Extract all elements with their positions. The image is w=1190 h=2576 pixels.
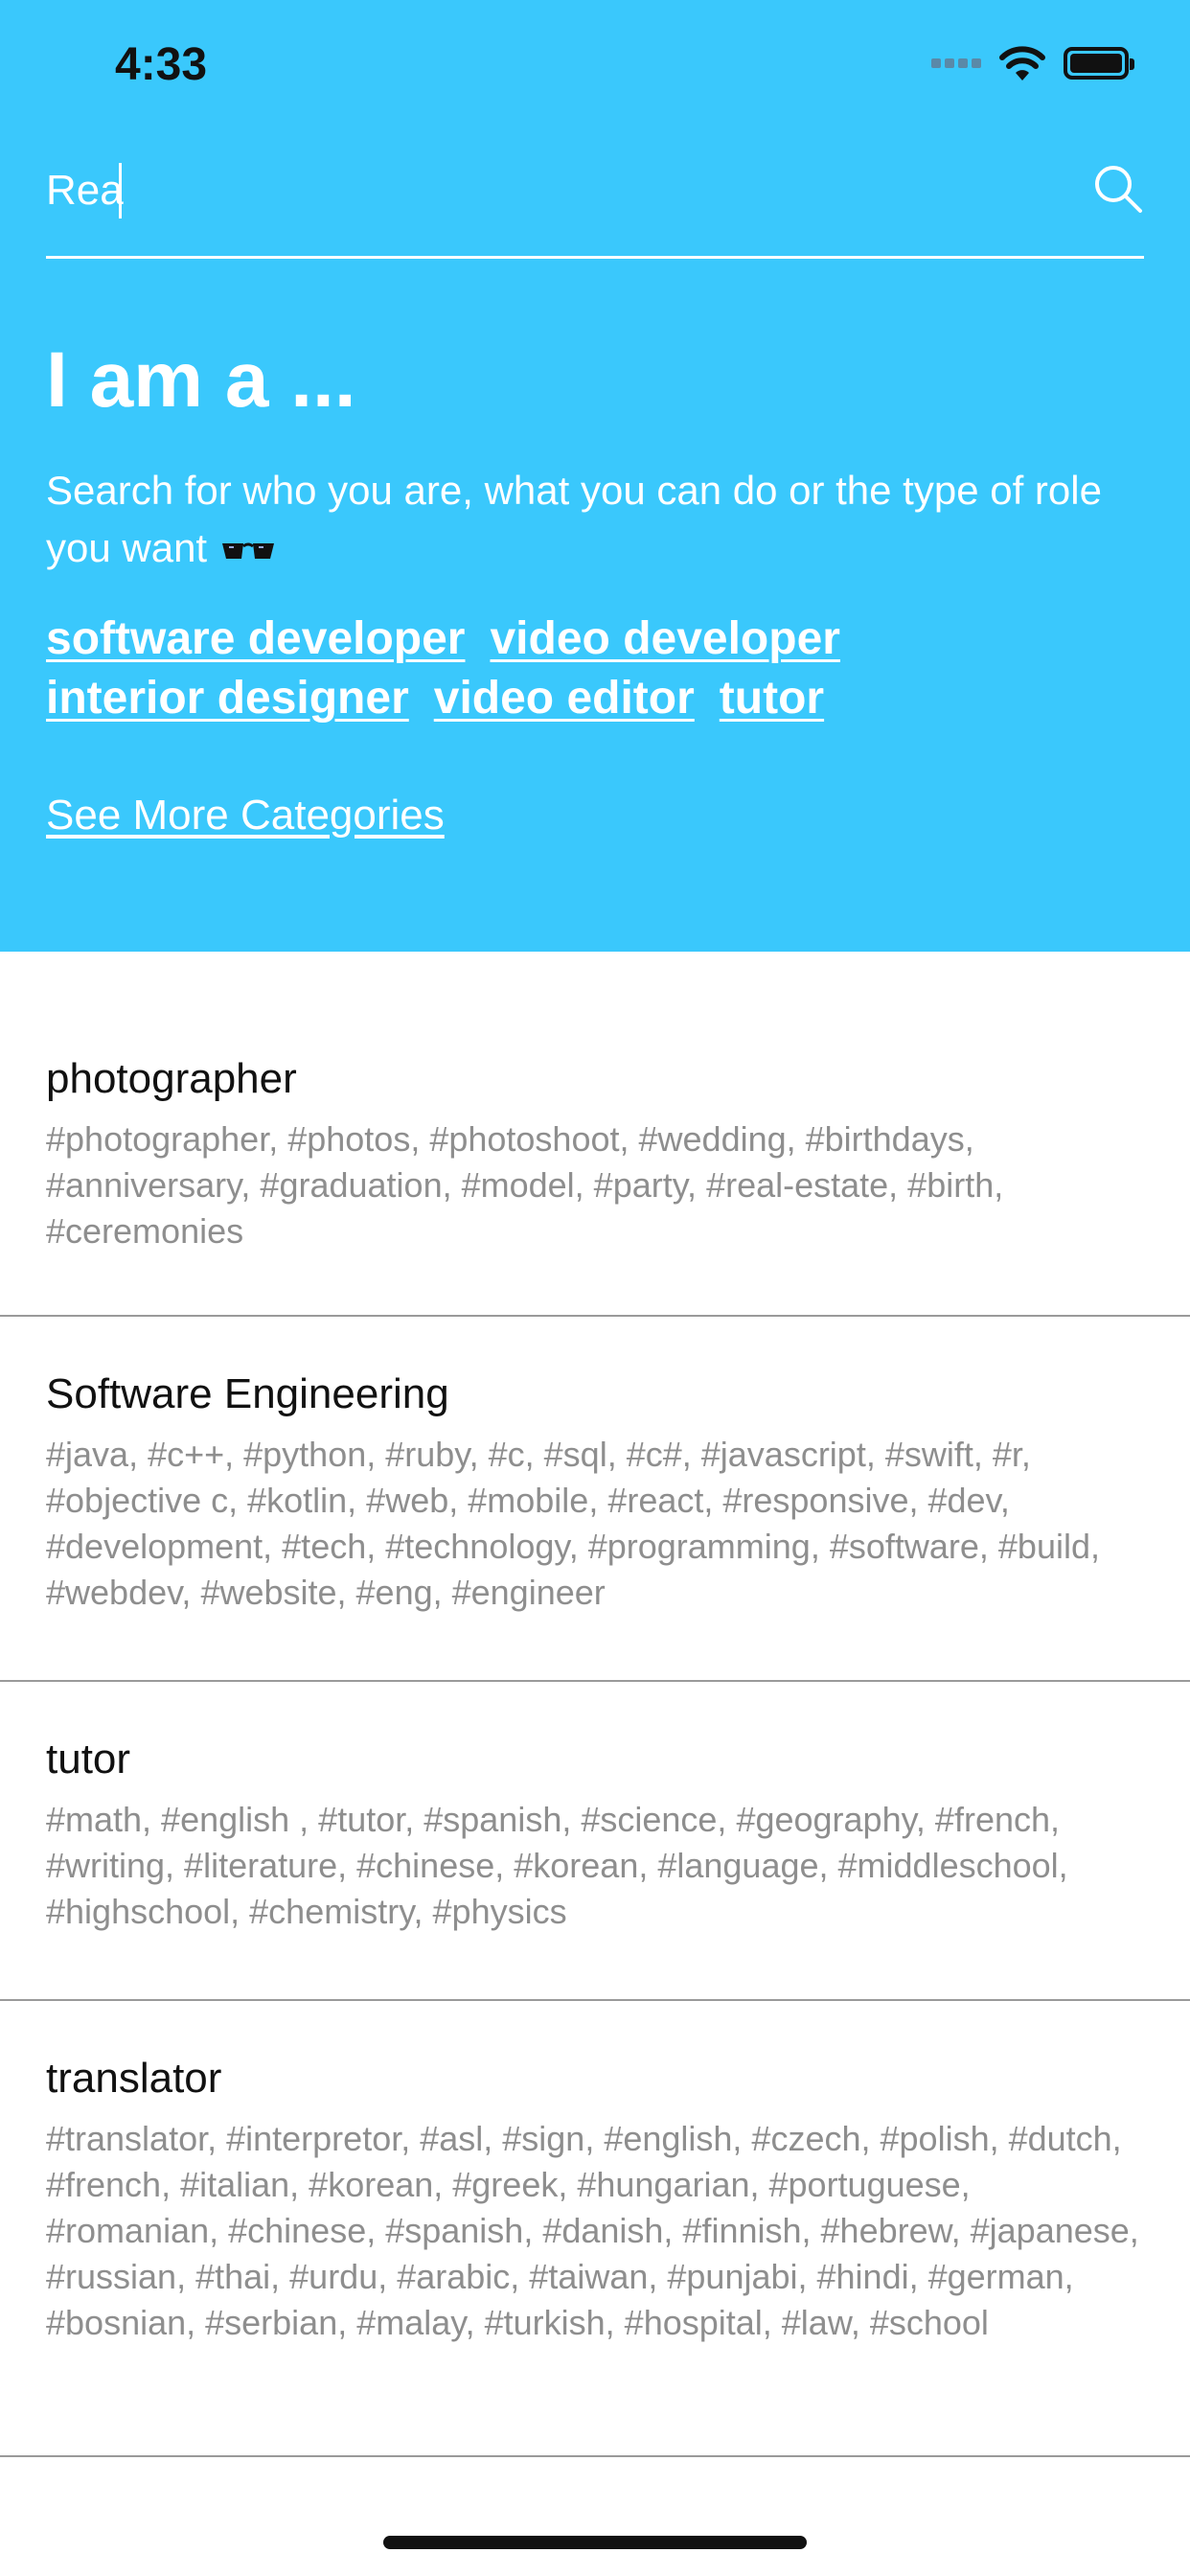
tag-video-developer[interactable]: video developer bbox=[490, 613, 839, 664]
status-icons bbox=[931, 44, 1134, 82]
item-title: tutor bbox=[46, 1736, 131, 1782]
item-tags: #math, #english , #tutor, #spanish, #sci… bbox=[46, 1800, 1068, 1931]
tag-software-developer[interactable]: software developer bbox=[46, 613, 465, 664]
headline: I am a ... bbox=[46, 336, 356, 424]
battery-icon bbox=[1064, 47, 1134, 80]
item-tags: #java, #c++, #python, #ruby, #c, #sql, #… bbox=[46, 1435, 1100, 1612]
list-item[interactable]: photographer #photographer, #photos, #ph… bbox=[0, 952, 1190, 1317]
header: 4:33 I am a ... Search for who you are, … bbox=[0, 0, 1190, 952]
search-input[interactable] bbox=[46, 153, 1004, 228]
cellular-signal-icon bbox=[931, 58, 981, 68]
item-tags: #translator, #interpretor, #asl, #sign, … bbox=[46, 2119, 1139, 2342]
tag-video-editor[interactable]: video editor bbox=[434, 673, 695, 724]
subtitle: Search for who you are, what you can do … bbox=[46, 462, 1148, 577]
home-indicator[interactable] bbox=[383, 2536, 807, 2549]
list-item[interactable]: translator #translator, #interpretor, #a… bbox=[0, 2001, 1190, 2457]
text-caret bbox=[119, 163, 122, 218]
tag-interior-designer[interactable]: interior designer bbox=[46, 673, 409, 724]
item-title: photographer bbox=[46, 1055, 297, 1102]
search-icon[interactable] bbox=[1092, 163, 1144, 215]
results-list: photographer #photographer, #photos, #ph… bbox=[0, 952, 1190, 2457]
suggested-tags: software developer video developer interi… bbox=[46, 610, 1148, 728]
item-tags: #photographer, #photos, #photoshoot, #we… bbox=[46, 1119, 1004, 1251]
list-item[interactable]: Software Engineering #java, #c++, #pytho… bbox=[0, 1317, 1190, 1682]
search-bar bbox=[46, 153, 1144, 259]
tag-tutor[interactable]: tutor bbox=[720, 673, 824, 724]
status-time: 4:33 bbox=[115, 39, 208, 90]
subtitle-text: Search for who you are, what you can do … bbox=[46, 468, 1102, 570]
wifi-icon bbox=[999, 46, 1045, 80]
item-title: translator bbox=[46, 2055, 222, 2102]
eyeglasses-icon bbox=[222, 542, 275, 559]
item-title: Software Engineering bbox=[46, 1370, 449, 1417]
list-item[interactable]: tutor #math, #english , #tutor, #spanish… bbox=[0, 1682, 1190, 2001]
see-more-categories-link[interactable]: See More Categories bbox=[46, 792, 445, 840]
